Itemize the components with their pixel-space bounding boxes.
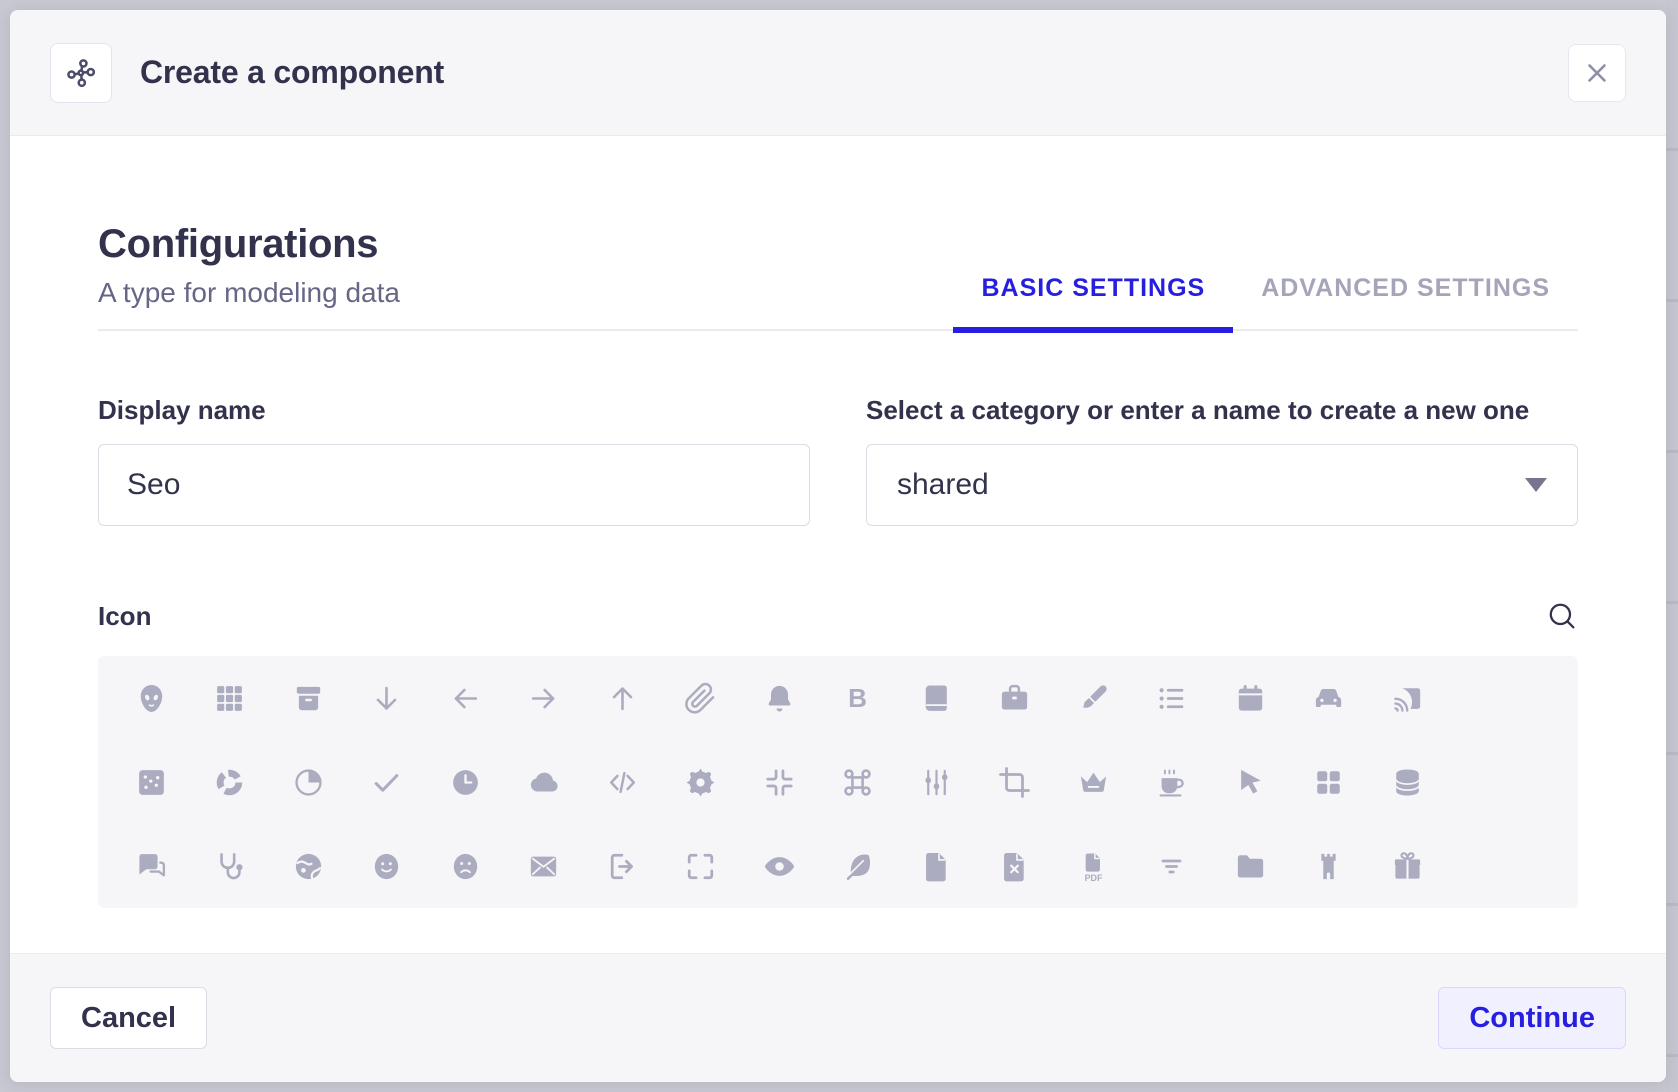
- create-component-modal: Create a component Configurations A type…: [10, 10, 1666, 1082]
- tab-basic-settings[interactable]: BASIC SETTINGS: [953, 274, 1233, 329]
- picker-icon-chart-bubble[interactable]: [112, 740, 191, 824]
- picker-icon-cog[interactable]: [662, 740, 741, 824]
- category-field: Select a category or enter a name to cre…: [866, 395, 1578, 526]
- svg-text:B: B: [848, 682, 867, 712]
- picker-icon-emotion-happy[interactable]: [348, 824, 427, 908]
- picker-icon-check[interactable]: [348, 740, 427, 824]
- search-icon: [1546, 600, 1578, 632]
- picker-icon-arrow-right[interactable]: [505, 656, 584, 740]
- close-button[interactable]: [1568, 44, 1626, 102]
- icon-grid-row: PDF: [112, 824, 1578, 908]
- picker-icon-crown[interactable]: [1054, 740, 1133, 824]
- tab-advanced-settings[interactable]: ADVANCED SETTINGS: [1233, 274, 1578, 329]
- picker-icon-crop[interactable]: [976, 740, 1055, 824]
- picker-icon-filter[interactable]: [1133, 824, 1212, 908]
- picker-icon-envelop[interactable]: [505, 824, 584, 908]
- category-select[interactable]: shared: [866, 444, 1578, 526]
- picker-icon-file[interactable]: [897, 824, 976, 908]
- picker-icon-apps[interactable]: [191, 656, 270, 740]
- icon-search-button[interactable]: [1546, 600, 1578, 632]
- picker-icon-gate[interactable]: [1290, 824, 1369, 908]
- chevron-down-icon: [1525, 478, 1547, 492]
- picker-icon-file-pdf[interactable]: PDF: [1054, 824, 1133, 908]
- icon-picker-head: Icon: [98, 600, 1578, 632]
- modal-body: Configurations A type for modeling data …: [10, 136, 1666, 953]
- picker-icon-calendar[interactable]: [1211, 656, 1290, 740]
- picker-icon-expand[interactable]: [662, 824, 741, 908]
- settings-tabs: BASIC SETTINGS ADVANCED SETTINGS: [953, 274, 1578, 329]
- picker-icon-cast[interactable]: [1368, 656, 1447, 740]
- component-icon: [50, 43, 112, 103]
- close-icon: [1582, 58, 1612, 88]
- icon-picker-label: Icon: [98, 601, 151, 632]
- picker-icon-bell[interactable]: [740, 656, 819, 740]
- picker-icon-cloud[interactable]: [505, 740, 584, 824]
- picker-icon-dashboard[interactable]: [1290, 740, 1369, 824]
- picker-icon-bullet-list[interactable]: [1133, 656, 1212, 740]
- picker-icon-emotion-unhappy[interactable]: [426, 824, 505, 908]
- cancel-button[interactable]: Cancel: [50, 987, 207, 1049]
- picker-icon-car[interactable]: [1290, 656, 1369, 740]
- picker-icon-cup[interactable]: [1133, 740, 1212, 824]
- picker-icon-gift[interactable]: [1368, 824, 1447, 908]
- picker-icon-database[interactable]: [1368, 740, 1447, 824]
- modal-title: Create a component: [140, 54, 444, 91]
- picker-icon-discuss[interactable]: [112, 824, 191, 908]
- picker-icon-arrow-up[interactable]: [583, 656, 662, 740]
- picker-icon-alien[interactable]: [112, 656, 191, 740]
- display-name-input[interactable]: [98, 444, 810, 526]
- section-titles: Configurations A type for modeling data: [98, 222, 400, 329]
- picker-icon-chart-pie[interactable]: [269, 740, 348, 824]
- picker-icon-chart-circle[interactable]: [191, 740, 270, 824]
- svg-text:PDF: PDF: [1084, 872, 1102, 882]
- picker-icon-earth[interactable]: [269, 824, 348, 908]
- picker-icon-briefcase[interactable]: [976, 656, 1055, 740]
- picker-icon-feather[interactable]: [819, 824, 898, 908]
- form-row: Display name Select a category or enter …: [98, 395, 1578, 526]
- picker-icon-cursor[interactable]: [1211, 740, 1290, 824]
- picker-icon-folder[interactable]: [1211, 824, 1290, 908]
- picker-icon-file-error[interactable]: [976, 824, 1055, 908]
- page-scrollbar[interactable]: [1666, 0, 1678, 1092]
- section-heading: Configurations: [98, 222, 400, 267]
- picker-icon-exit[interactable]: [583, 824, 662, 908]
- picker-icon-clock[interactable]: [426, 740, 505, 824]
- section-head: Configurations A type for modeling data …: [98, 222, 1578, 331]
- picker-icon-controls[interactable]: [897, 740, 976, 824]
- display-name-field: Display name: [98, 395, 810, 526]
- icon-grid-row: B: [112, 656, 1578, 740]
- picker-icon-arrow-down[interactable]: [348, 656, 427, 740]
- category-select-value: shared: [897, 468, 989, 502]
- display-name-label: Display name: [98, 395, 810, 426]
- picker-icon-attachment[interactable]: [662, 656, 741, 740]
- modal-header: Create a component: [10, 10, 1666, 136]
- picker-icon-arrow-left[interactable]: [426, 656, 505, 740]
- icon-grid-row: [112, 740, 1578, 824]
- modal-footer: Cancel Continue: [10, 953, 1666, 1082]
- picker-icon-command[interactable]: [819, 740, 898, 824]
- picker-icon-book[interactable]: [897, 656, 976, 740]
- picker-icon-collapse[interactable]: [740, 740, 819, 824]
- picker-icon-doctor[interactable]: [191, 824, 270, 908]
- picker-icon-eye[interactable]: [740, 824, 819, 908]
- icon-grid: B PDF: [98, 656, 1578, 908]
- picker-icon-bold[interactable]: B: [819, 656, 898, 740]
- picker-icon-code[interactable]: [583, 740, 662, 824]
- picker-icon-archive[interactable]: [269, 656, 348, 740]
- category-label: Select a category or enter a name to cre…: [866, 395, 1578, 426]
- picker-icon-brush[interactable]: [1054, 656, 1133, 740]
- section-subheading: A type for modeling data: [98, 277, 400, 309]
- continue-button[interactable]: Continue: [1438, 987, 1626, 1049]
